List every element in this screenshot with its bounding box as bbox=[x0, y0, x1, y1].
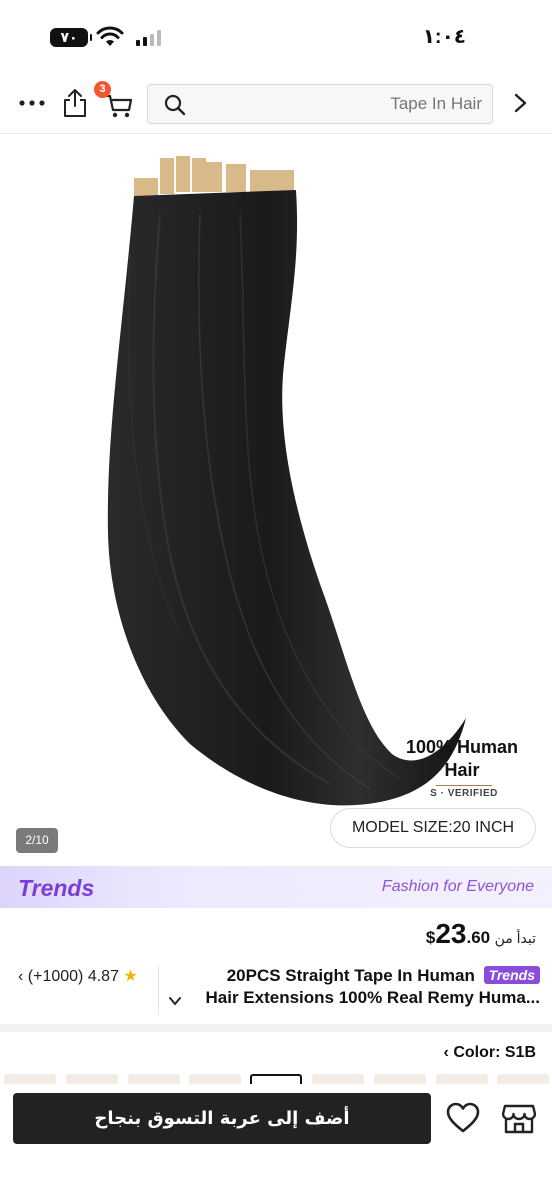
star-icon: ★ bbox=[123, 968, 138, 985]
status-bar: ٧٠ ١:٠٤ bbox=[0, 0, 552, 72]
price-decimal: .60 bbox=[466, 928, 491, 947]
verified-label: S · VERIFIED bbox=[430, 788, 498, 799]
image-counter: 2/10 bbox=[16, 828, 58, 853]
search-bar[interactable] bbox=[147, 84, 493, 124]
review-count: (+1000) bbox=[27, 968, 84, 985]
chevron-right-icon[interactable] bbox=[512, 92, 530, 114]
store-icon[interactable] bbox=[502, 1102, 536, 1134]
trends-tagline: Fashion for Everyone bbox=[381, 878, 534, 895]
trends-logo: Trends bbox=[18, 875, 95, 901]
color-label: Color: S1B bbox=[453, 1044, 536, 1061]
status-time: ١:٠٤ bbox=[422, 26, 466, 48]
section-divider bbox=[0, 1024, 552, 1032]
add-to-cart-button[interactable]: أضف إلى عربة التسوق بنجاح bbox=[13, 1093, 431, 1144]
product-title-line2: Hair Extensions 100% Real Remy Huma... bbox=[205, 988, 540, 1007]
search-icon bbox=[164, 94, 186, 116]
chevron-down-icon[interactable] bbox=[168, 994, 182, 1008]
verified-divider-top bbox=[436, 785, 492, 786]
price-prefix: تبدأ من bbox=[494, 930, 536, 946]
rating-value: 4.87 bbox=[87, 968, 119, 985]
hair-label-line1: 100% Human bbox=[405, 737, 519, 757]
divider bbox=[158, 966, 159, 1014]
chevron-left-icon: ‹ bbox=[18, 968, 24, 985]
color-selector-header[interactable]: ‹ Color: S1B bbox=[444, 1044, 536, 1062]
product-title-line1: 20PCS Straight Tape In Human Trends bbox=[227, 966, 540, 986]
battery-icon: ٧٠ bbox=[50, 28, 92, 47]
hair-quality-label: 100% Human Hair bbox=[392, 736, 532, 782]
price-amount: $23.60 bbox=[425, 918, 491, 949]
more-options-icon[interactable] bbox=[18, 92, 46, 114]
model-size-pill: MODEL SIZE:20 INCH bbox=[330, 808, 536, 848]
bottom-action-bar: أضف إلى عربة التسوق بنجاح bbox=[0, 1084, 552, 1196]
chevron-left-icon: ‹ bbox=[443, 1044, 454, 1061]
price: تبدأ من $23.60 bbox=[426, 918, 536, 954]
trends-banner[interactable]: Trends Fashion for Everyone bbox=[0, 866, 552, 908]
title-text-1: 20PCS Straight Tape In Human bbox=[226, 966, 475, 985]
cart-count-badge: 3 bbox=[94, 81, 111, 98]
trends-badge: Trends bbox=[483, 966, 540, 984]
heart-icon[interactable] bbox=[446, 1102, 480, 1134]
price-integer: 23 bbox=[435, 918, 467, 949]
search-input[interactable] bbox=[202, 85, 482, 123]
top-nav-bar: 3 bbox=[0, 72, 552, 134]
product-image-gallery[interactable]: 100% Human Hair S · VERIFIED MODEL SIZE:… bbox=[0, 134, 552, 866]
wifi-icon bbox=[96, 26, 124, 46]
price-currency: $ bbox=[425, 928, 436, 947]
cellular-signal-icon bbox=[136, 30, 161, 46]
rating-summary[interactable]: ‹ (+1000) 4.87 ★ bbox=[18, 966, 138, 986]
hair-label-line2: Hair bbox=[444, 760, 480, 780]
share-icon[interactable] bbox=[62, 88, 88, 118]
